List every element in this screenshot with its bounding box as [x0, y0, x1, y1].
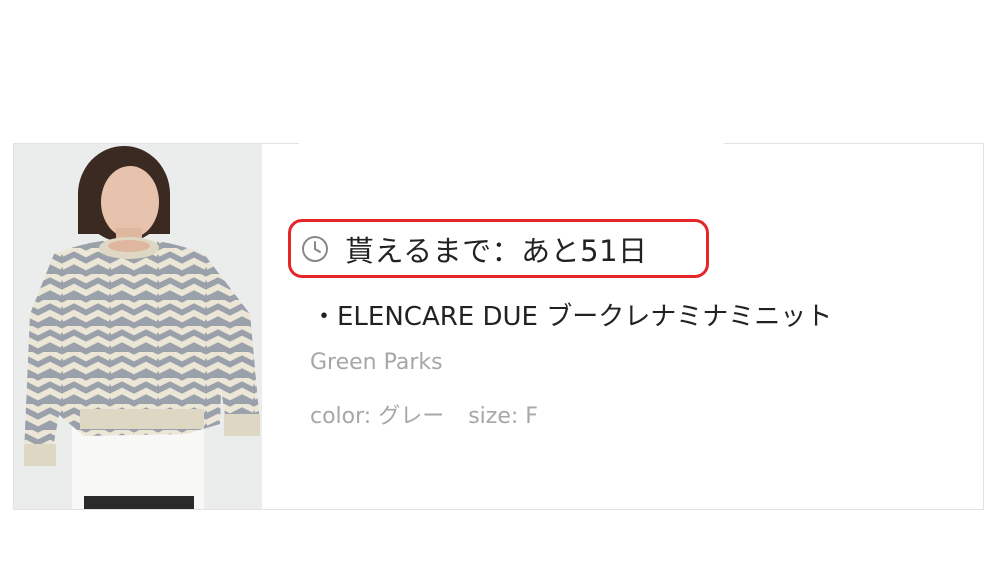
- size-label: size: F: [468, 404, 538, 429]
- brand-name: Green Parks: [310, 350, 443, 375]
- product-variant: color: グレー size: F: [310, 398, 538, 430]
- product-photo[interactable]: [14, 144, 262, 509]
- color-label: color: グレー: [310, 404, 445, 429]
- clock-icon: [301, 235, 329, 263]
- product-name[interactable]: ・ELENCARE DUE ブークレナミナミニット: [311, 296, 832, 333]
- countdown-text: 貰えるまで：あと51日: [345, 233, 648, 268]
- countdown-badge: 貰えるまで：あと51日: [288, 219, 709, 278]
